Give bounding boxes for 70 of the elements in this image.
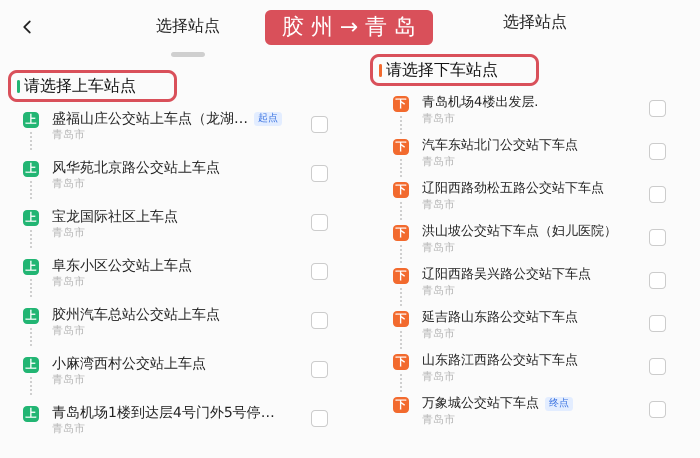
stop-checkbox[interactable] <box>649 100 666 117</box>
city-label: 青岛市 <box>52 226 86 240</box>
city-label: 青岛市 <box>422 370 456 384</box>
stop-marker: 下 <box>393 311 409 327</box>
stop-checkbox[interactable] <box>649 272 666 289</box>
section-title: 请选择上车站点 <box>24 75 136 97</box>
stop-marker: 上 <box>23 357 39 373</box>
city-label: 青岛市 <box>52 373 86 387</box>
stop-marker: 上 <box>23 210 39 226</box>
city-label: 青岛市 <box>52 275 86 289</box>
stop-checkbox[interactable] <box>649 143 666 160</box>
stop-name[interactable]: 胶州汽车总站公交站上车点 <box>52 306 220 324</box>
stop-name[interactable]: 万象城公交站下车点 <box>422 395 539 413</box>
stop-checkbox[interactable] <box>311 312 328 329</box>
stop-checkbox[interactable] <box>311 214 328 231</box>
city-label: 青岛市 <box>422 284 456 298</box>
stop-marker: 上 <box>23 308 39 324</box>
stop-name[interactable]: 风华苑北京路公交站上车点 <box>52 159 220 177</box>
stop-marker: 下 <box>393 182 409 198</box>
city-label: 青岛市 <box>52 324 86 338</box>
stop-marker: 上 <box>23 406 39 422</box>
stop-checkbox[interactable] <box>311 410 328 427</box>
stop-marker: 下 <box>393 96 409 112</box>
stop-marker: 上 <box>23 259 39 275</box>
city-label: 青岛市 <box>52 422 86 436</box>
stop-checkbox[interactable] <box>649 401 666 418</box>
city-label: 青岛市 <box>422 112 456 126</box>
stop-name[interactable]: 山东路江西路公交站下车点 <box>422 352 578 370</box>
page-title: 选择站点 <box>503 11 567 33</box>
stop-marker: 下 <box>393 225 409 241</box>
stop-marker: 下 <box>393 268 409 284</box>
stop-checkbox[interactable] <box>649 315 666 332</box>
city-label: 青岛市 <box>422 327 456 341</box>
stop-marker: 上 <box>23 161 39 177</box>
stop-tag: 起点 <box>254 112 282 126</box>
city-label: 青岛市 <box>422 241 456 255</box>
page-title: 选择站点 <box>156 15 220 37</box>
city-label: 青岛市 <box>52 128 86 142</box>
city-label: 青岛市 <box>422 155 456 169</box>
stop-name[interactable]: 盛福山庄公交站上车点（龙湖… <box>52 110 248 128</box>
accent-bar <box>17 80 20 92</box>
stop-marker: 下 <box>393 139 409 155</box>
stop-name[interactable]: 青岛机场4楼出发层. <box>422 94 538 112</box>
section-title: 请选择下车站点 <box>386 59 498 81</box>
stop-checkbox[interactable] <box>649 358 666 375</box>
stop-name[interactable]: 辽阳西路吴兴路公交站下车点 <box>422 266 591 284</box>
stop-checkbox[interactable] <box>311 116 328 133</box>
stop-name[interactable]: 汽车东站北门公交站下车点 <box>422 137 578 155</box>
stop-name[interactable]: 青岛机场1楼到达层4号门外5号停… <box>52 404 275 422</box>
stop-tag: 终点 <box>545 397 573 411</box>
city-label: 青岛市 <box>422 413 456 427</box>
stop-checkbox[interactable] <box>311 263 328 280</box>
stop-marker: 下 <box>393 354 409 370</box>
route-banner: 胶 州 → 青 岛 <box>265 10 433 45</box>
stop-marker: 下 <box>393 397 409 413</box>
city-label: 青岛市 <box>422 198 456 212</box>
stop-name[interactable]: 洪山坡公交站下车点（妇儿医院） <box>422 223 617 241</box>
stop-name[interactable]: 辽阳西路劲松五路公交站下车点 <box>422 180 604 198</box>
stop-name[interactable]: 阜东小区公交站上车点 <box>52 257 192 275</box>
stop-marker: 上 <box>23 112 39 128</box>
stop-checkbox[interactable] <box>311 165 328 182</box>
stop-name[interactable]: 小麻湾西村公交站上车点 <box>52 355 206 373</box>
city-label: 青岛市 <box>52 177 86 191</box>
accent-bar <box>379 64 382 76</box>
stop-name[interactable]: 延吉路山东路公交站下车点 <box>422 309 578 327</box>
stop-name[interactable]: 宝龙国际社区上车点 <box>52 208 178 226</box>
drag-handle[interactable] <box>171 52 205 57</box>
stop-checkbox[interactable] <box>311 361 328 378</box>
stop-checkbox[interactable] <box>649 229 666 246</box>
stop-checkbox[interactable] <box>649 186 666 203</box>
